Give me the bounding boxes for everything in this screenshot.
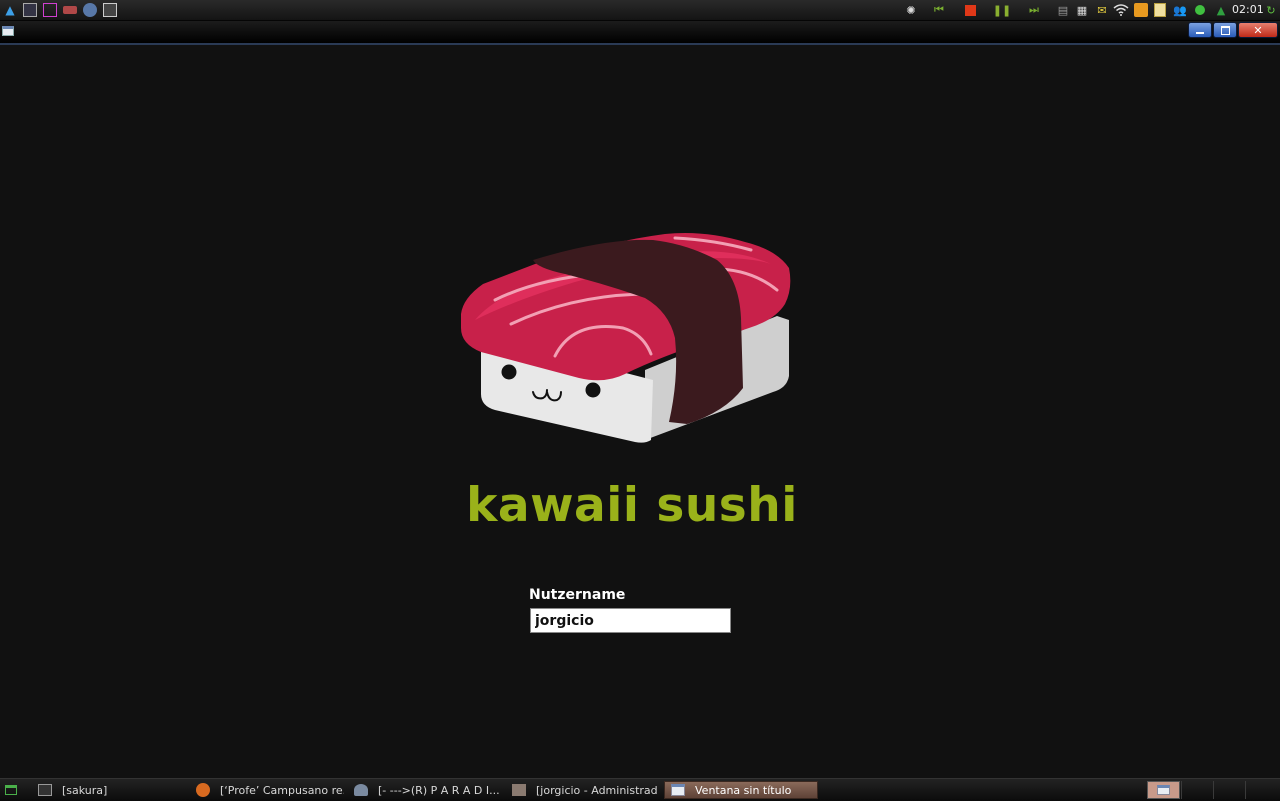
task-firefox[interactable]: [‘Profe’ Campusano re... (196, 781, 344, 799)
browser-icon[interactable] (83, 3, 97, 17)
window-thumb-icon (1157, 785, 1170, 795)
workspace-4[interactable] (1246, 781, 1279, 799)
clock[interactable]: 02:01 (1232, 2, 1264, 18)
task-untitled-window[interactable]: Ventana sin título (664, 781, 818, 799)
close-icon: ✕ (1253, 23, 1263, 37)
screenshot-icon[interactable]: ▦ (1074, 3, 1090, 17)
paint-icon[interactable] (43, 3, 57, 17)
username-field-box[interactable] (530, 608, 731, 633)
rec-icon[interactable]: ✺ (904, 3, 918, 17)
rss-icon[interactable] (1134, 3, 1148, 17)
task-sakura[interactable]: [sakura] (38, 781, 188, 799)
folder-icon[interactable] (63, 6, 77, 14)
pause-icon[interactable]: ❚❚ (993, 3, 1011, 17)
username-label: Nutzername (529, 587, 626, 603)
task-label: [‘Profe’ Campusano re... (220, 783, 344, 797)
home-folder-icon (512, 784, 526, 796)
refresh-icon[interactable]: ↻ (1264, 3, 1278, 17)
workspace-3[interactable] (1214, 781, 1245, 799)
show-desktop-icon[interactable] (5, 785, 17, 795)
taskbar: [sakura] [‘Profe’ Campusano re... [- ---… (0, 778, 1280, 801)
task-label: Ventana sin título (695, 783, 792, 797)
workspace-1[interactable] (1147, 781, 1180, 799)
wifi-icon[interactable] (1113, 3, 1129, 17)
notes-icon[interactable] (1154, 3, 1166, 17)
task-label: [- --->(R) P A R A D I... (378, 783, 500, 797)
tree-icon[interactable]: ▲ (1214, 3, 1228, 17)
chat-icon (354, 784, 368, 796)
task-label: [sakura] (62, 783, 108, 797)
window-icon (671, 784, 685, 796)
sushi-logo (455, 228, 795, 454)
firefox-icon (196, 783, 210, 797)
minimize-icon (1196, 32, 1204, 34)
users-icon[interactable]: 👥 (1173, 3, 1187, 17)
video-icon[interactable] (103, 3, 117, 17)
close-button[interactable]: ✕ (1238, 22, 1278, 38)
task-chat[interactable]: [- --->(R) P A R A D I... (354, 781, 500, 799)
terminal-icon (38, 784, 52, 796)
workspace-2[interactable] (1182, 781, 1213, 799)
window-list-icon[interactable]: ▤ (1056, 3, 1070, 17)
minimize-button[interactable] (1188, 22, 1212, 38)
mail-icon[interactable]: ✉ (1095, 3, 1109, 17)
task-label: [jorgicio - Administrad... (536, 783, 658, 797)
previous-icon[interactable]: ⏮ (930, 3, 948, 17)
restore-button[interactable] (1213, 22, 1237, 38)
menu-icon[interactable]: ▲ (3, 3, 17, 17)
window-title-bar[interactable]: ✕ (0, 21, 1280, 45)
status-icon[interactable] (1193, 3, 1207, 17)
task-file-manager[interactable]: [jorgicio - Administrad... (512, 781, 658, 799)
stop-icon[interactable] (963, 3, 977, 17)
terminal-icon[interactable] (23, 3, 37, 17)
window-icon[interactable] (2, 26, 14, 36)
restore-icon (1220, 25, 1230, 35)
username-input[interactable] (531, 609, 730, 632)
top-panel: ▲ ✺ ⏮ ❚❚ ⏭ ▤ ▦ ✉ 👥 ▲ 02:01 ↻ (0, 0, 1280, 21)
theme-title: kawaii sushi (466, 478, 798, 533)
next-icon[interactable]: ⏭ (1025, 3, 1043, 17)
